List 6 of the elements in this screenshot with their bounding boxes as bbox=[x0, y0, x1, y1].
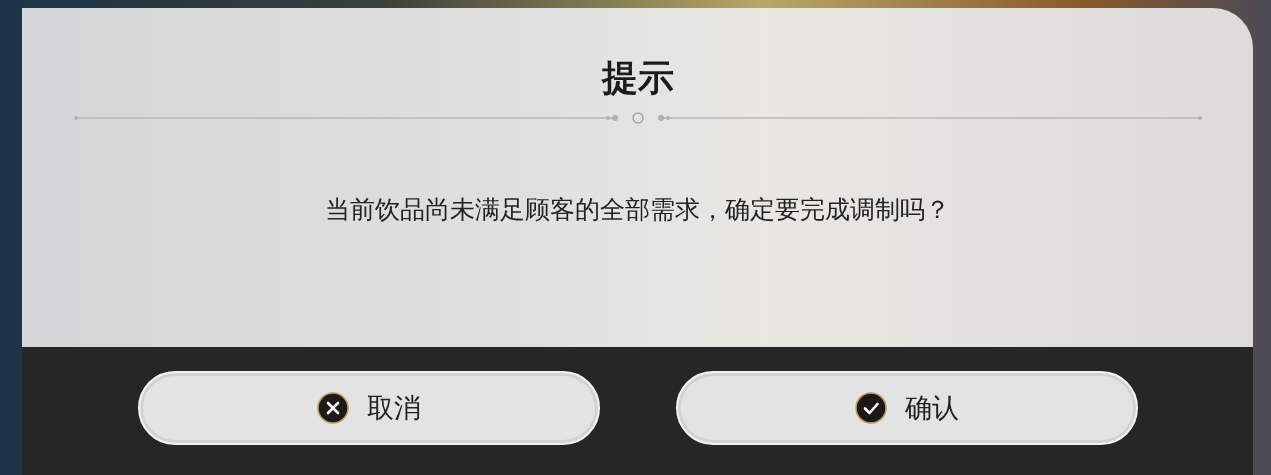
close-icon bbox=[316, 392, 349, 424]
dialog-title: 提示 bbox=[601, 56, 674, 100]
confirm-button[interactable]: 确认 bbox=[675, 371, 1138, 445]
cancel-button[interactable]: 取消 bbox=[137, 371, 600, 445]
dialog-message: 当前饮品尚未满足顾客的全部需求，确定要完成调制吗？ bbox=[325, 194, 950, 226]
check-icon bbox=[854, 392, 887, 424]
